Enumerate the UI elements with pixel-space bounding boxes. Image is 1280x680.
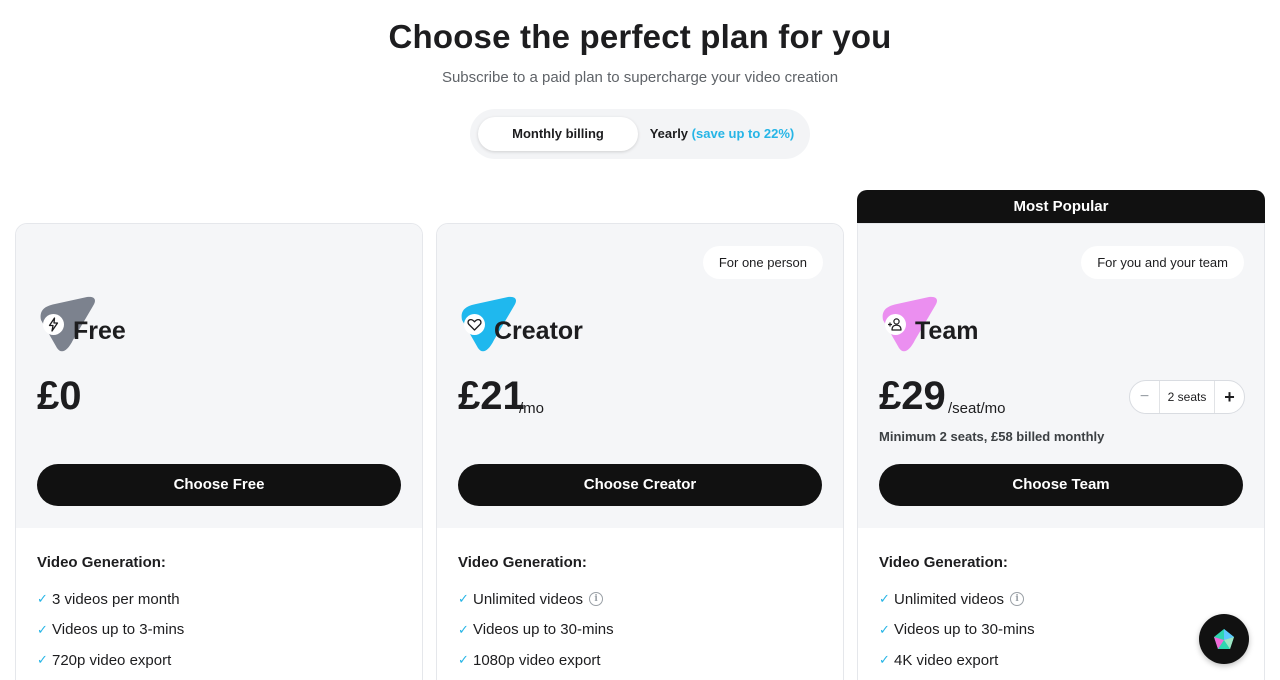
most-popular-badge: Most Popular	[857, 190, 1265, 224]
choose-free-button[interactable]: Choose Free	[37, 464, 401, 506]
feature-item: ✓ Unlimited videos i	[879, 584, 1035, 615]
check-icon: ✓	[37, 621, 48, 637]
feature-item: ✓ Videos up to 3-mins	[37, 621, 185, 639]
choose-team-button[interactable]: Choose Team	[879, 464, 1243, 506]
audience-pill: For you and your team	[1081, 246, 1244, 279]
chat-logo-icon	[1214, 629, 1234, 649]
seat-count: 2 seats	[1167, 390, 1207, 404]
plan-card-team: For you and your team Team £29 /seat/mo …	[857, 223, 1265, 680]
yearly-label: Yearly	[649, 126, 689, 141]
features-section-title: Video Generation:	[879, 554, 1008, 571]
plan-card-header: For one person Creator £21 /mo Choose Cr…	[437, 224, 843, 528]
check-icon: ✓	[879, 591, 890, 607]
plan-name: Creator	[494, 317, 583, 345]
feature-item: ✓ 720p video export	[37, 651, 172, 669]
heart-icon	[464, 314, 485, 335]
decrease-seats-button[interactable]: −	[1130, 381, 1160, 413]
chat-button[interactable]	[1199, 614, 1249, 664]
check-icon: ✓	[458, 591, 469, 607]
page-subtitle: Subscribe to a paid plan to supercharge …	[441, 69, 839, 86]
price-period: /mo	[519, 400, 545, 417]
add-user-icon	[885, 314, 906, 335]
feature-item: ✓ Unlimited videos i	[458, 584, 614, 615]
seat-stepper: − 2 seats +	[1129, 380, 1245, 414]
feature-item: ✓ Videos up to 30-mins	[879, 621, 1035, 639]
info-icon[interactable]: i	[1010, 592, 1025, 607]
check-icon: ✓	[37, 591, 48, 607]
increase-seats-button[interactable]: +	[1214, 381, 1244, 413]
plan-card-header: For you and your team Team £29 /seat/mo …	[858, 224, 1264, 528]
plan-card-header: Free £0 Choose Free	[16, 224, 422, 528]
check-icon: ✓	[458, 621, 469, 637]
plan-card-creator: For one person Creator £21 /mo Choose Cr…	[436, 223, 844, 680]
feature-item: ✓ Videos up to 30-mins	[458, 621, 614, 639]
billing-toggle: Monthly billing Yearly (save up to 22%)	[470, 109, 810, 159]
yearly-billing-option[interactable]: Yearly (save up to 22%)	[642, 117, 802, 151]
plan-price: £21	[458, 374, 525, 418]
check-icon: ✓	[879, 652, 890, 668]
plan-price: £0	[37, 374, 82, 418]
plan-name: Free	[73, 317, 126, 345]
plan-price: £29	[879, 374, 946, 418]
price-period: /seat/mo	[948, 400, 1006, 417]
feature-list: ✓ Unlimited videos i ✓ Videos up to 30-mins…	[879, 584, 1035, 676]
yearly-save-label: (save up to 22%)	[691, 126, 795, 141]
audience-pill: For one person	[702, 246, 823, 279]
check-icon: ✓	[458, 652, 469, 668]
feature-item: ✓ 3 videos per month	[37, 590, 180, 608]
feature-item: ✓ 1080p video export	[458, 651, 601, 669]
choose-creator-button[interactable]: Choose Creator	[458, 464, 822, 506]
feature-list: ✓ Unlimited videos i ✓ Videos up to 30-mins…	[458, 584, 614, 676]
feature-list: ✓ 3 videos per month ✓ Videos up to 3-mins…	[37, 584, 184, 676]
feature-item: ✓ 4K video export	[879, 651, 999, 669]
billing-note: Minimum 2 seats, £58 billed monthly	[879, 429, 1105, 444]
features-section-title: Video Generation:	[37, 554, 166, 571]
check-icon: ✓	[37, 652, 48, 668]
bolt-icon	[43, 314, 64, 335]
plan-card-free: Free £0 Choose Free Video Generation: ✓ 3…	[15, 223, 423, 680]
plan-name: Team	[915, 317, 979, 345]
monthly-billing-option[interactable]: Monthly billing	[478, 117, 638, 151]
features-section-title: Video Generation:	[458, 554, 587, 571]
info-icon[interactable]: i	[589, 592, 604, 607]
page-title: Choose the perfect plan for you	[388, 18, 892, 55]
check-icon: ✓	[879, 621, 890, 637]
